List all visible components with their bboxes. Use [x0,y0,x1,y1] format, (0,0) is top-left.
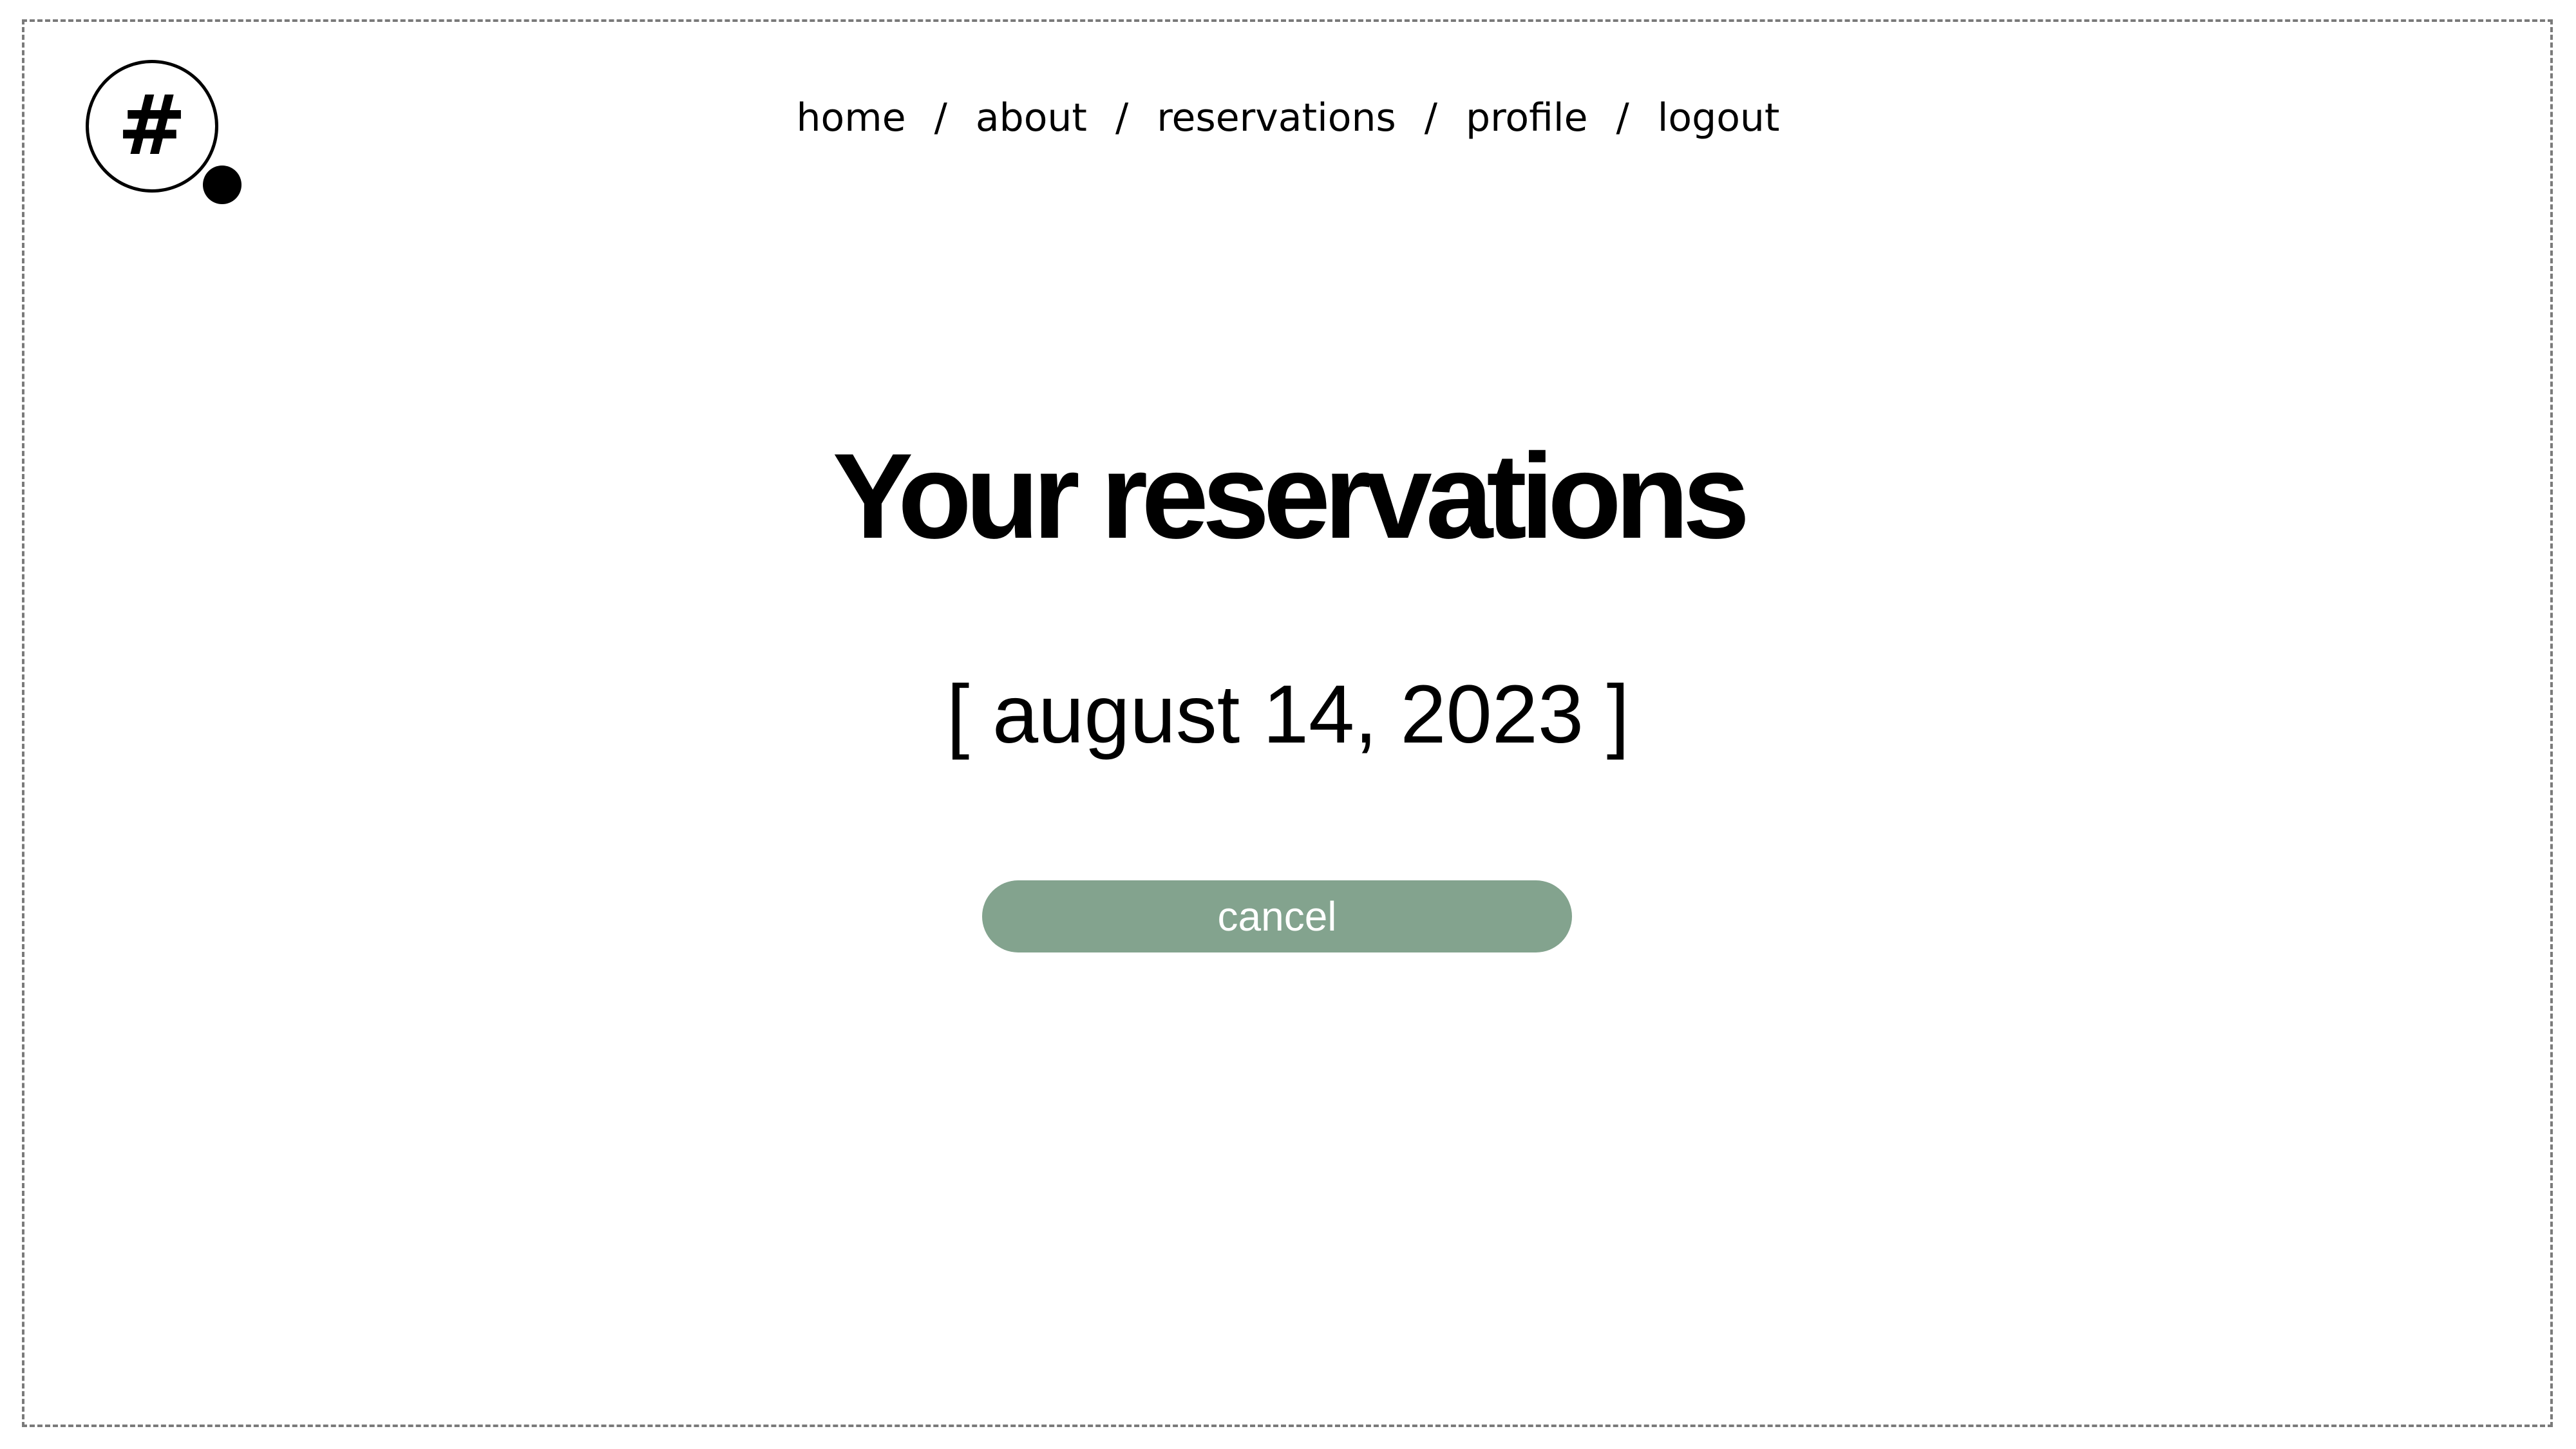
nav-separator: / [1115,95,1129,140]
main-nav: home / about / reservations / profile / logout [0,89,2576,147]
nav-link-reservations[interactable]: reservations [1157,89,1396,147]
nav-link-home[interactable]: home [797,89,906,147]
nav-separator: / [1616,95,1629,140]
nav-link-profile[interactable]: profile [1466,89,1588,147]
nav-separator: / [1424,95,1437,140]
reservation-date: [ august 14, 2023 ] [946,668,1630,761]
page-title: Your reservations [832,428,1750,564]
nav-link-logout[interactable]: logout [1658,89,1780,147]
logo-dot [203,166,242,204]
nav-link-about[interactable]: about [976,89,1087,147]
cancel-button[interactable]: cancel [982,880,1572,952]
nav-separator: / [934,95,947,140]
